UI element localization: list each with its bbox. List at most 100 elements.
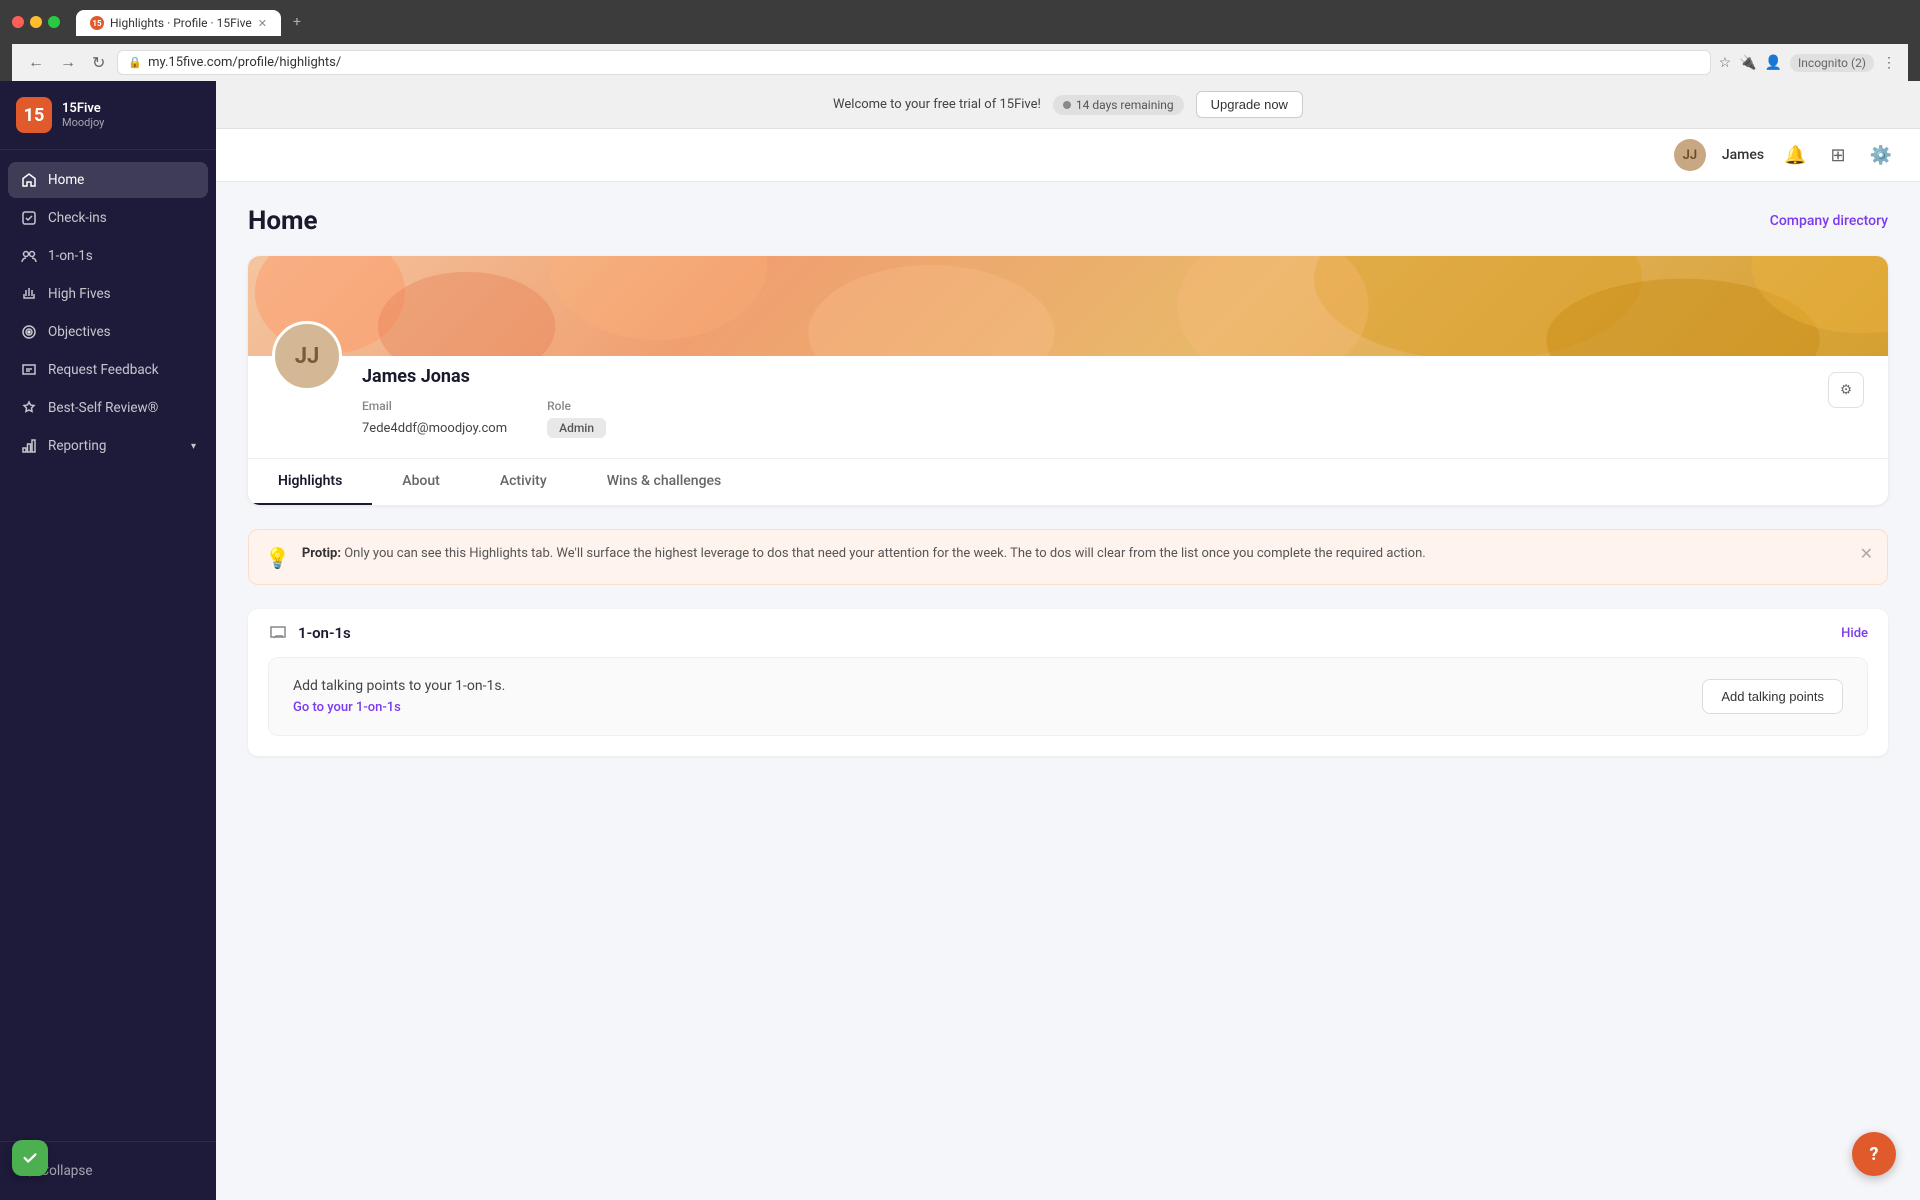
sidebar-item-request-feedback[interactable]: Request Feedback (8, 352, 208, 388)
address-bar[interactable]: 🔒 my.15five.com/profile/highlights/ (117, 50, 1710, 75)
protip-body: Only you can see this Highlights tab. We… (341, 546, 1426, 561)
section-header: 1-on-1s Hide (248, 609, 1888, 657)
profile-role-field: Role Admin (547, 399, 606, 438)
notifications-bell-icon[interactable]: 🔔 (1780, 141, 1810, 170)
lightbulb-icon: 💡 (265, 546, 290, 570)
request-feedback-icon (20, 361, 38, 379)
add-talking-points-text: Add talking points to your 1-on-1s. (293, 678, 505, 694)
sidebar-item-label-objectives: Objectives (48, 324, 111, 340)
tab-bar: 15 Highlights · Profile · 15Five ✕ + (76, 8, 311, 36)
sidebar-item-label-bestselfreview: Best-Self Review® (48, 400, 158, 416)
header-user-name: James (1722, 147, 1764, 163)
email-value: 7ede4ddf@moodjoy.com (362, 421, 507, 436)
active-tab[interactable]: 15 Highlights · Profile · 15Five ✕ (76, 10, 281, 36)
settings-gear-icon[interactable]: ⚙️ (1866, 141, 1896, 170)
profile-tabs: Highlights About Activity Wins & challen… (248, 458, 1888, 505)
close-traffic-light[interactable] (12, 16, 24, 28)
profile-banner (248, 256, 1888, 356)
profile-email-field: Email 7ede4ddf@moodjoy.com (362, 399, 507, 438)
sidebar-nav: Home Check-ins (0, 150, 216, 1141)
trial-days-label: 14 days remaining (1076, 98, 1174, 112)
sidebar-item-label-highfives: High Fives (48, 286, 111, 302)
support-button[interactable]: ? (1852, 1132, 1896, 1176)
role-badge: Admin (547, 418, 606, 438)
profile-manager-icon[interactable]: 👤 (1765, 54, 1782, 71)
grid-icon[interactable]: ⊞ (1826, 141, 1849, 170)
1on1s-icon (20, 247, 38, 265)
tab-wins-challenges[interactable]: Wins & challenges (577, 459, 752, 505)
incognito-label: Incognito (2) (1798, 56, 1866, 70)
header-avatar: JJ (1674, 139, 1706, 171)
banner-decoration-svg (248, 256, 1888, 356)
bookmarks-icon[interactable]: ☆ (1719, 54, 1732, 71)
tab-close-btn[interactable]: ✕ (258, 17, 267, 30)
tab-favicon: 15 (90, 16, 104, 30)
go-to-1on1s-link[interactable]: Go to your 1-on-1s (293, 700, 505, 715)
incognito-badge: Incognito (2) (1790, 54, 1874, 72)
sidebar-header: 15 15Five Moodjoy (0, 81, 216, 150)
section-title-text: 1-on-1s (298, 624, 351, 642)
sidebar-item-reporting[interactable]: Reporting ▾ (8, 428, 208, 464)
sidebar-company-name: 15Five (62, 101, 104, 116)
section-inner: Add talking points to your 1-on-1s. Go t… (268, 657, 1868, 736)
page-title-row: Home Company directory (248, 206, 1888, 236)
back-button[interactable]: ← (24, 52, 48, 74)
main-content: Welcome to your free trial of 15Five! 14… (216, 81, 1920, 1200)
browser-menu-icon[interactable]: ⋮ (1882, 54, 1896, 71)
hide-section-link[interactable]: Hide (1841, 626, 1868, 641)
extension-icon[interactable]: 🔌 (1739, 54, 1756, 71)
upgrade-button[interactable]: Upgrade now (1196, 91, 1303, 118)
section-inner-content: Add talking points to your 1-on-1s. Go t… (293, 678, 505, 715)
tab-highlights[interactable]: Highlights (248, 459, 372, 505)
maximize-traffic-light[interactable] (48, 16, 60, 28)
best-self-review-icon (20, 399, 38, 417)
new-tab-button[interactable]: + (283, 8, 311, 36)
browser-chrome: 15 Highlights · Profile · 15Five ✕ + ← →… (0, 0, 1920, 81)
check-ins-icon (20, 209, 38, 227)
add-talking-points-button[interactable]: Add talking points (1702, 679, 1843, 714)
todo-button[interactable] (12, 1140, 48, 1176)
sidebar-item-label-checkins: Check-ins (48, 210, 107, 226)
page-body: Home Company directory (216, 182, 1920, 1200)
app-header: JJ James 🔔 ⊞ ⚙️ (216, 129, 1920, 182)
trial-banner-text: Welcome to your free trial of 15Five! (833, 97, 1041, 112)
traffic-lights (12, 16, 60, 28)
profile-details: James Jonas Email 7ede4ddf@moodjoy.com R… (362, 356, 1864, 438)
high-fives-icon (20, 285, 38, 303)
home-icon (20, 171, 38, 189)
tab-about[interactable]: About (372, 459, 470, 505)
sidebar-user-name: Moodjoy (62, 116, 104, 129)
sidebar-item-label-1on1s: 1-on-1s (48, 248, 93, 264)
profile-name: James Jonas (362, 366, 1864, 387)
profile-settings-button[interactable]: ⚙ (1828, 372, 1864, 408)
role-label: Role (547, 399, 606, 413)
support-question-icon: ? (1870, 1144, 1879, 1165)
sidebar-item-high-fives[interactable]: High Fives (8, 276, 208, 312)
company-directory-link[interactable]: Company directory (1770, 213, 1888, 229)
email-label: Email (362, 399, 507, 413)
tab-activity[interactable]: Activity (470, 459, 577, 505)
sidebar-item-1on1s[interactable]: 1-on-1s (8, 238, 208, 274)
minimize-traffic-light[interactable] (30, 16, 42, 28)
sidebar-logo: 15 (16, 97, 52, 133)
sidebar-item-objectives[interactable]: Objectives (8, 314, 208, 350)
reporting-icon (20, 437, 38, 455)
sidebar-item-best-self-review[interactable]: Best-Self Review® (8, 390, 208, 426)
protip-prefix: Protip: (302, 546, 341, 561)
forward-button[interactable]: → (56, 52, 80, 74)
app-layout: 15 15Five Moodjoy Home (0, 81, 1920, 1200)
tab-title: Highlights · Profile · 15Five (110, 16, 252, 30)
sidebar-item-home[interactable]: Home (8, 162, 208, 198)
protip-close-button[interactable]: ✕ (1860, 544, 1873, 564)
sidebar-company-info: 15Five Moodjoy (62, 101, 104, 129)
sidebar-item-label-reporting: Reporting (48, 438, 106, 454)
profile-info: JJ James Jonas Email 7ede4ddf@moodjoy.co… (248, 356, 1888, 458)
collapse-label: Collapse (40, 1163, 92, 1179)
profile-card: JJ James Jonas Email 7ede4ddf@moodjoy.co… (248, 256, 1888, 505)
objectives-icon (20, 323, 38, 341)
reload-button[interactable]: ↻ (88, 51, 109, 75)
trial-badge-dot (1063, 101, 1071, 109)
profile-fields: Email 7ede4ddf@moodjoy.com Role Admin (362, 399, 1864, 438)
sidebar-item-check-ins[interactable]: Check-ins (8, 200, 208, 236)
chat-bubbles-icon (268, 623, 288, 643)
